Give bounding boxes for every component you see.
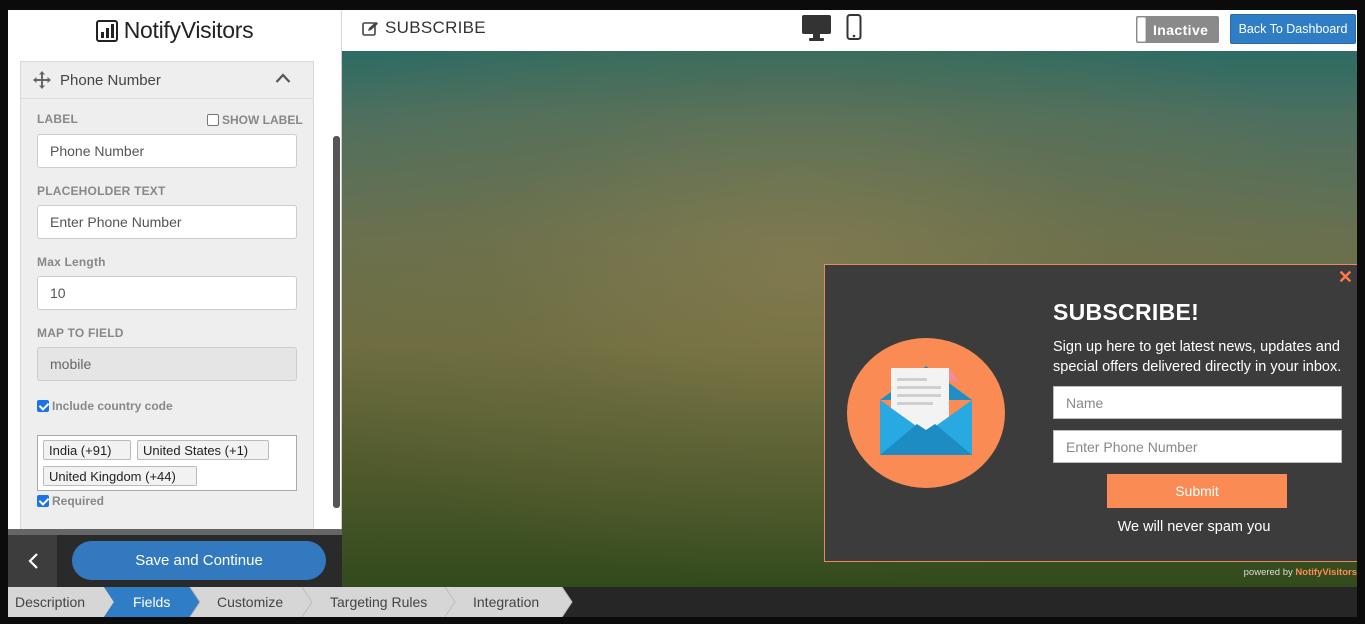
show-label-checkbox[interactable]: SHOW LABEL bbox=[207, 113, 303, 127]
chevron-left-icon bbox=[27, 553, 38, 569]
chevron-up-icon[interactable] bbox=[275, 72, 291, 84]
maxlength-caption: Max Length bbox=[37, 255, 106, 269]
required-checkbox-box[interactable] bbox=[37, 495, 49, 507]
country-code-caption: Include country code bbox=[52, 399, 173, 413]
required-checkbox[interactable]: Required bbox=[37, 494, 104, 508]
popup-description: Sign up here to get latest news, updates… bbox=[1053, 339, 1342, 375]
chart-logo-icon bbox=[95, 19, 118, 42]
show-label-checkbox-box[interactable] bbox=[207, 114, 219, 126]
wizard-step-fields[interactable]: Fields bbox=[133, 587, 170, 617]
toggle-knob bbox=[1137, 17, 1146, 42]
powered-prefix: powered by bbox=[1243, 567, 1293, 578]
mobile-icon[interactable] bbox=[846, 14, 862, 40]
name-input[interactable]: Name bbox=[1053, 386, 1342, 419]
required-caption: Required bbox=[52, 494, 105, 508]
previous-button[interactable] bbox=[8, 535, 57, 587]
back-to-dashboard-button[interactable]: Back To Dashboard bbox=[1230, 14, 1356, 44]
close-icon[interactable]: ✕ bbox=[1338, 267, 1353, 288]
field-card: Phone Number LABEL SHOW LABEL Phone Numb… bbox=[20, 61, 314, 529]
panel-footer: Save and Continue bbox=[8, 529, 342, 587]
map-field-input: mobile bbox=[37, 347, 297, 381]
save-and-continue-button[interactable]: Save and Continue bbox=[72, 541, 326, 580]
panel-scrollbar[interactable] bbox=[333, 136, 340, 508]
top-header: NotifyVisitors SUBSCRIBE Inactive Back T… bbox=[8, 10, 1357, 51]
status-text: Inactive bbox=[1153, 21, 1209, 38]
phone-input[interactable]: Enter Phone Number bbox=[1053, 430, 1342, 463]
country-code-checkbox-box[interactable] bbox=[37, 400, 49, 412]
campaign-title: SUBSCRIBE bbox=[362, 18, 486, 38]
submit-button[interactable]: Submit bbox=[1107, 474, 1287, 508]
app-window: NotifyVisitors SUBSCRIBE Inactive Back T… bbox=[8, 10, 1357, 617]
placeholder-caption: PLACEHOLDER TEXT bbox=[37, 184, 166, 198]
field-card-title: Phone Number bbox=[60, 71, 161, 89]
campaign-title-text: SUBSCRIBE bbox=[385, 18, 486, 37]
show-label-caption: SHOW LABEL bbox=[222, 113, 303, 127]
placeholder-input[interactable]: Enter Phone Number bbox=[37, 205, 297, 239]
envelope-illustration bbox=[847, 338, 1005, 488]
device-toggle bbox=[801, 14, 862, 42]
edit-icon bbox=[362, 21, 378, 36]
country-tag[interactable]: United Kingdom (+44) bbox=[43, 466, 197, 486]
move-icon[interactable] bbox=[33, 71, 51, 89]
brand-name: NotifyVisitors bbox=[123, 17, 254, 43]
powered-by[interactable]: powered by NotifyVisitors bbox=[1244, 567, 1357, 578]
field-card-header[interactable]: Phone Number bbox=[21, 62, 313, 99]
powered-brand: NotifyVisitors bbox=[1295, 567, 1357, 578]
country-tag[interactable]: United States (+1) bbox=[137, 440, 269, 460]
desktop-icon[interactable] bbox=[801, 14, 832, 42]
status-toggle[interactable]: Inactive bbox=[1136, 16, 1219, 43]
subscribe-popup: ✕ SUBSCRIBE! Sign up here to get latest … bbox=[824, 264, 1357, 562]
envelope-icon bbox=[880, 366, 972, 455]
country-select[interactable]: India (+91) United States (+1) United Ki… bbox=[37, 435, 297, 491]
label-input[interactable]: Phone Number bbox=[37, 134, 297, 168]
popup-note: We will never spam you bbox=[1117, 519, 1271, 535]
field-settings-panel: Phone Number LABEL SHOW LABEL Phone Numb… bbox=[8, 51, 342, 529]
map-field-caption: MAP TO FIELD bbox=[37, 326, 124, 340]
country-tag[interactable]: India (+91) bbox=[43, 440, 131, 460]
brand-logo[interactable]: NotifyVisitors bbox=[8, 10, 342, 51]
wizard-step-customize[interactable]: Customize bbox=[217, 587, 283, 617]
wizard-step-integration[interactable]: Integration bbox=[473, 587, 539, 617]
wizard-step-targeting-rules[interactable]: Targeting Rules bbox=[330, 587, 427, 617]
wizard-step-description[interactable]: Description bbox=[15, 587, 85, 617]
maxlength-input[interactable]: 10 bbox=[37, 276, 297, 310]
popup-heading: SUBSCRIBE! bbox=[1053, 299, 1200, 325]
country-code-checkbox[interactable]: Include country code bbox=[37, 399, 173, 413]
wizard-steps: Description Fields Customize Targeting R… bbox=[8, 587, 1357, 617]
footer-divider bbox=[8, 529, 342, 535]
label-caption: LABEL bbox=[37, 112, 78, 126]
preview-canvas: ✕ SUBSCRIBE! Sign up here to get latest … bbox=[342, 51, 1357, 587]
